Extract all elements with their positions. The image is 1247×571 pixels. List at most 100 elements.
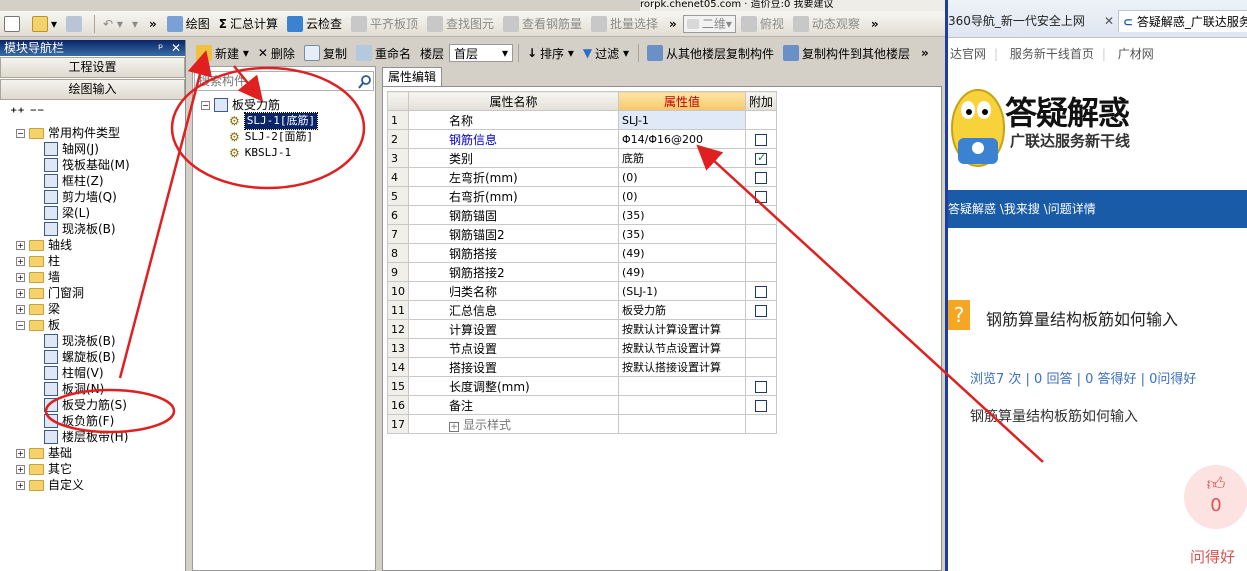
attach-checkbox[interactable] — [755, 133, 767, 146]
component-item[interactable]: ⚙ KBSLJ-1 — [201, 145, 317, 161]
floor-select[interactable]: 首层 ▾ — [448, 44, 513, 62]
find-element-button[interactable]: 查找图元 — [423, 13, 498, 35]
nav-folder[interactable]: + 其它 — [16, 461, 185, 477]
property-row[interactable]: 13 节点设置 按默认节点设置计算 — [387, 338, 778, 358]
attach-checkbox[interactable] — [755, 171, 767, 184]
property-value[interactable] — [618, 414, 746, 434]
draw-button[interactable]: 绘图 — [163, 13, 214, 35]
nav-folder[interactable]: + 梁 — [16, 301, 185, 317]
link-material-site[interactable]: 广材网 — [1118, 47, 1154, 61]
view-rebar-button[interactable]: 查看钢筋量 — [499, 13, 586, 35]
collapse-icon[interactable]: − — [16, 320, 25, 330]
nav-item[interactable]: 楼层板带(H) — [16, 429, 185, 445]
link-official-site[interactable]: 达官网 — [950, 47, 986, 61]
property-row[interactable]: 4 左弯折(mm) (0) — [387, 167, 778, 187]
copy-button[interactable]: 复制 — [300, 42, 351, 64]
attach-checkbox[interactable] — [755, 151, 767, 165]
nav-item[interactable]: 剪力墙(Q) — [16, 189, 185, 205]
nav-item[interactable]: 轴网(J) — [16, 141, 185, 157]
property-value[interactable] — [618, 376, 746, 396]
close-icon[interactable]: ✕ — [171, 41, 181, 55]
property-value[interactable]: Φ14/Φ16@200 — [618, 129, 746, 149]
expand-icon[interactable]: + — [16, 448, 25, 458]
expand-icon[interactable]: + — [449, 421, 459, 432]
component-item[interactable]: ⚙ SLJ-1[底筋] — [201, 112, 319, 130]
property-row[interactable]: 17 + 显示样式 — [387, 414, 778, 434]
collapse-icon[interactable]: − — [16, 128, 25, 138]
save-icon[interactable] — [62, 13, 89, 35]
property-row[interactable]: 5 右弯折(mm) (0) — [387, 186, 778, 206]
property-row[interactable]: 12 计算设置 按默认计算设置计算 — [387, 319, 778, 339]
property-value[interactable]: SLJ-1 — [618, 110, 746, 130]
draw-input-button[interactable]: 绘图输入 — [0, 79, 185, 100]
nav-folder[interactable]: − 板 — [16, 317, 185, 333]
project-settings-button[interactable]: 工程设置 — [0, 57, 185, 78]
nav-folder[interactable]: + 柱 — [16, 253, 185, 269]
property-value[interactable]: 按默认计算设置计算 — [618, 319, 746, 339]
sum-calc-button[interactable]: Σ 汇总计算 — [215, 13, 282, 35]
nav-folder[interactable]: + 门窗洞 — [16, 285, 185, 301]
redo-icon[interactable]: ▾ — [128, 13, 142, 35]
like-button[interactable]: 👍︎ 0 — [1184, 465, 1247, 529]
expand-icon[interactable]: + — [16, 480, 25, 490]
delete-button[interactable]: ✕ 删除 — [254, 42, 299, 64]
expand-icon[interactable]: + — [16, 272, 25, 282]
link-service-home[interactable]: 服务新干线首页 — [1010, 47, 1094, 61]
overflow-chevron-icon[interactable]: » — [921, 46, 929, 60]
top-view-button[interactable]: 俯视 — [737, 13, 788, 35]
nav-item[interactable]: 筏板基础(M) — [16, 157, 185, 173]
level-top-button[interactable]: 平齐板顶 — [347, 13, 422, 35]
property-value[interactable]: (35) — [618, 205, 746, 225]
property-row[interactable]: 10 归类名称 (SLJ-1) — [387, 281, 778, 301]
open-folder-icon[interactable]: ▾ — [28, 13, 61, 35]
overflow-chevron-icon[interactable]: » — [669, 17, 677, 31]
nav-item[interactable]: 梁(L) — [16, 205, 185, 221]
dynamic-view-button[interactable]: 动态观察 — [789, 13, 864, 35]
nav-folder[interactable]: + 轴线 — [16, 237, 185, 253]
attach-checkbox[interactable] — [755, 190, 767, 203]
batch-select-button[interactable]: 批量选择 — [587, 13, 662, 35]
property-row[interactable]: 8 钢筋搭接 (49) — [387, 243, 778, 263]
browser-tab-360[interactable]: 360导航_新一代安全上网 ✕ — [948, 10, 1116, 32]
property-row[interactable]: 2 钢筋信息 Φ14/Φ16@200 — [387, 129, 778, 149]
tab-close-icon[interactable]: ✕ — [1104, 10, 1114, 32]
property-value[interactable]: (49) — [618, 262, 746, 282]
collapse-icon[interactable]: − — [201, 100, 210, 110]
property-value[interactable]: 按默认搭接设置计算 — [618, 357, 746, 377]
view-mode-select[interactable]: 二维 ▾ — [682, 14, 736, 33]
nav-item[interactable]: 板受力筋(S) — [16, 397, 185, 413]
property-row[interactable]: 9 钢筋搭接2 (49) — [387, 262, 778, 282]
expand-all-icon[interactable]: ⁺⁺ — [10, 105, 25, 121]
property-value[interactable] — [618, 395, 746, 415]
undo-icon[interactable]: ↶ ▾ — [99, 13, 127, 35]
nav-item[interactable]: 柱帽(V) — [16, 365, 185, 381]
property-value[interactable]: (49) — [618, 243, 746, 263]
collapse-all-icon[interactable]: ⁻⁻ — [30, 105, 45, 121]
nav-item[interactable]: 框柱(Z) — [16, 173, 185, 189]
property-row[interactable]: 15 长度调整(mm) — [387, 376, 778, 396]
property-value[interactable]: (35) — [618, 224, 746, 244]
property-row[interactable]: 6 钢筋锚固 (35) — [387, 205, 778, 225]
property-value[interactable]: (0) — [618, 186, 746, 206]
property-row[interactable]: 11 汇总信息 板受力筋 — [387, 300, 778, 320]
nav-folder[interactable]: + 自定义 — [16, 477, 185, 493]
component-root[interactable]: − 板受力筋 — [201, 97, 317, 113]
property-row[interactable]: 1 名称 SLJ-1 — [387, 110, 778, 130]
new-file-icon[interactable] — [0, 13, 27, 35]
search-component-input[interactable] — [194, 71, 374, 91]
sort-button[interactable]: ↓ 排序 ▾ — [523, 42, 578, 64]
nav-item[interactable]: 板负筋(F) — [16, 413, 185, 429]
browser-tab-dayi[interactable]: ⊂ 答疑解惑_广联达服务 — [1118, 10, 1247, 32]
filter-button[interactable]: ▼ 过滤 ▾ — [579, 42, 633, 64]
nav-folder[interactable]: + 基础 — [16, 445, 185, 461]
property-row[interactable]: 3 类别 底筋 — [387, 148, 778, 168]
overflow-chevron-icon[interactable]: » — [149, 17, 157, 31]
expand-icon[interactable]: + — [16, 288, 25, 298]
property-row[interactable]: 14 搭接设置 按默认搭接设置计算 — [387, 357, 778, 377]
attach-checkbox[interactable] — [755, 380, 767, 393]
attach-checkbox[interactable] — [755, 304, 767, 317]
overflow-chevron-icon[interactable]: » — [871, 17, 879, 31]
copy-from-floor-button[interactable]: 从其他楼层复制构件 — [643, 42, 778, 64]
nav-item[interactable]: 板洞(N) — [16, 381, 185, 397]
attach-checkbox[interactable] — [755, 399, 767, 412]
